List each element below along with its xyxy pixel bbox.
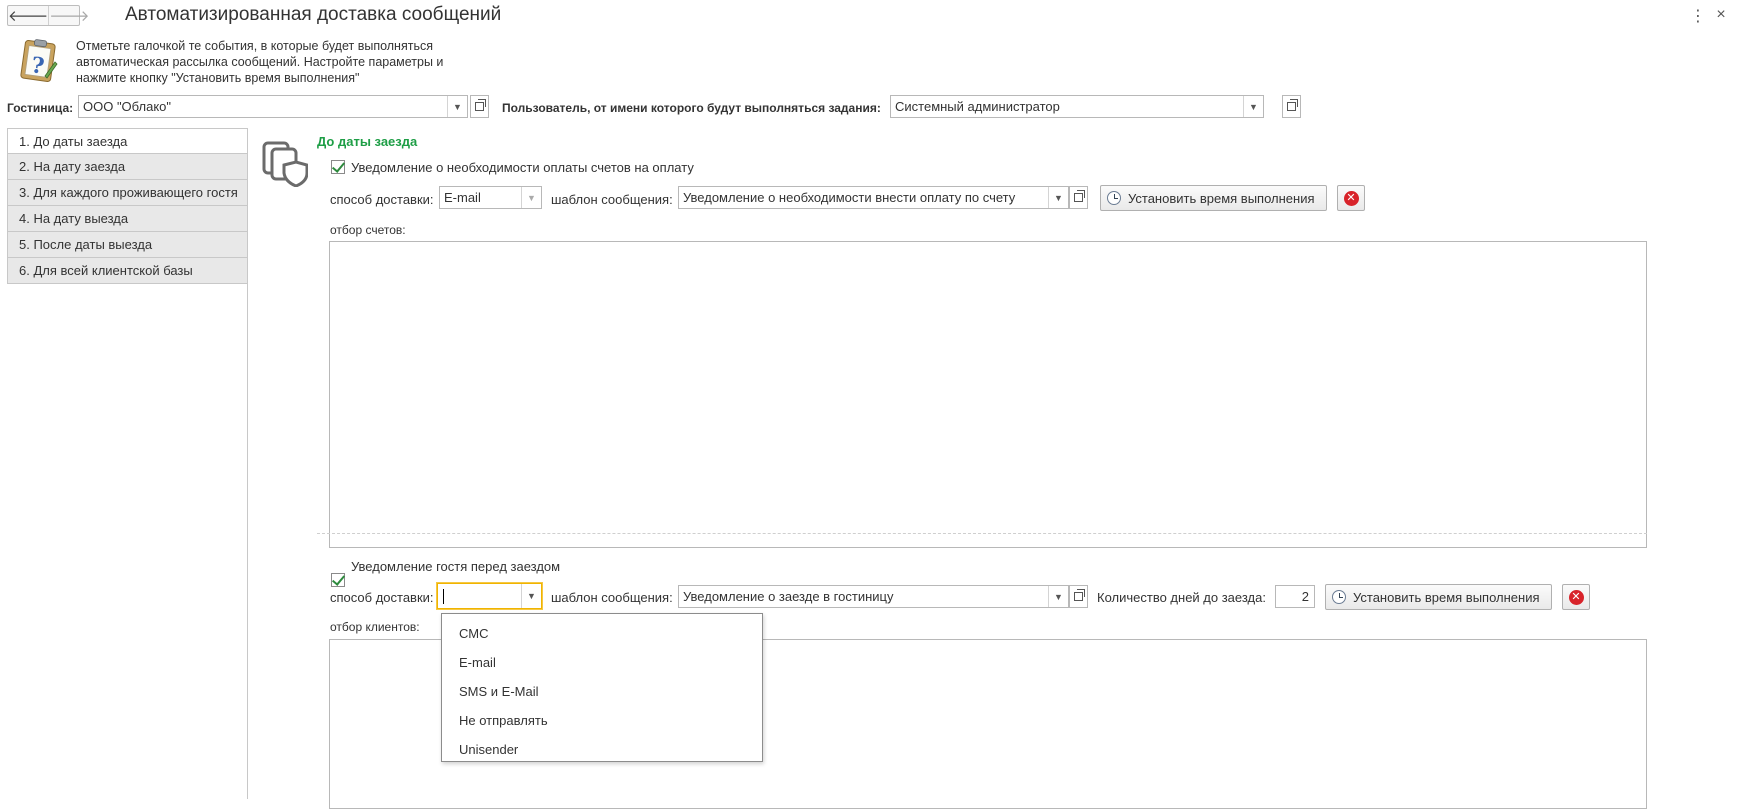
- delivery-method-label: способ доставки:: [330, 192, 434, 207]
- payment-notice-checkbox[interactable]: [331, 160, 345, 174]
- payment-notice-label: Уведомление о необходимости оплаты счето…: [351, 160, 694, 175]
- delivery-method-value: E-mail: [444, 190, 481, 205]
- event-tabs: 1. До даты заезда 2. На дату заезда 3. Д…: [7, 128, 248, 284]
- hotel-label: Гостиница:: [7, 101, 74, 115]
- template-label: шаблон сообщения:: [551, 192, 673, 207]
- tab-arrival-date[interactable]: 2. На дату заезда: [7, 154, 248, 180]
- hotel-open-button[interactable]: [470, 95, 489, 118]
- clients-filter-label: отбор клиентов:: [330, 620, 420, 634]
- delete-button[interactable]: ✕: [1337, 185, 1365, 211]
- dropdown-option-sms-email[interactable]: SMS и E-Mail: [442, 677, 762, 706]
- text-cursor: [443, 588, 444, 604]
- dropdown-option-unisender[interactable]: Unisender: [442, 735, 762, 764]
- documents-shield-icon: [262, 141, 308, 187]
- chevron-down-icon[interactable]: ▼: [1048, 586, 1068, 607]
- template-open-button[interactable]: [1069, 585, 1088, 608]
- user-label: Пользователь, от имени которого будут вы…: [502, 101, 881, 115]
- tab-all-clients[interactable]: 6. Для всей клиентской базы: [7, 258, 248, 284]
- tab-each-guest[interactable]: 3. Для каждого проживающего гостя: [7, 180, 248, 206]
- set-schedule-button[interactable]: Установить время выполнения: [1325, 584, 1552, 610]
- history-nav: 🡐 🡒: [7, 5, 89, 26]
- template-label: шаблон сообщения:: [551, 590, 673, 605]
- arrow-left-icon: 🡐: [8, 8, 49, 25]
- tab-before-arrival[interactable]: 1. До даты заезда: [7, 128, 248, 154]
- open-form-icon: [1287, 99, 1298, 111]
- delivery-method-label: способ доставки:: [330, 590, 434, 605]
- back-button[interactable]: 🡐: [8, 6, 48, 25]
- set-schedule-label: Установить время выполнения: [1128, 190, 1315, 206]
- template-value: Уведомление о заезде в гостиницу: [683, 589, 894, 604]
- window-title: Автоматизированная доставка сообщений: [125, 4, 502, 25]
- open-form-icon: [475, 99, 486, 111]
- template-select[interactable]: Уведомление о необходимости внести оплат…: [678, 186, 1069, 209]
- user-select[interactable]: Системный администратор ▼: [890, 95, 1264, 118]
- arrow-right-icon: 🡒: [49, 8, 90, 25]
- chevron-down-icon[interactable]: ▼: [521, 584, 541, 608]
- chevron-down-icon[interactable]: ▼: [1048, 187, 1068, 208]
- dropdown-option-none[interactable]: Не отправлять: [442, 706, 762, 735]
- info-text: Отметьте галочкой те события, в которые …: [76, 39, 444, 85]
- days-before-value: 2: [1301, 589, 1309, 604]
- user-open-button[interactable]: [1282, 95, 1301, 118]
- clock-icon: [1107, 191, 1121, 205]
- more-actions-icon[interactable]: ⋮: [1688, 6, 1708, 26]
- open-form-icon: [1074, 190, 1085, 202]
- close-icon[interactable]: ×: [1711, 6, 1731, 24]
- clock-icon: [1332, 590, 1346, 604]
- invoices-filter-area[interactable]: [329, 241, 1647, 548]
- set-schedule-label: Установить время выполнения: [1353, 589, 1540, 605]
- chevron-down-icon[interactable]: ▼: [1243, 96, 1263, 117]
- delete-icon: ✕: [1343, 190, 1359, 206]
- delete-button[interactable]: ✕: [1562, 584, 1590, 610]
- panel-divider: [247, 128, 248, 799]
- dropdown-option-sms[interactable]: СМС: [442, 619, 762, 648]
- hotel-value: ООО "Облако": [83, 99, 172, 114]
- forward-button[interactable]: 🡒: [48, 6, 89, 25]
- section-title: До даты заезда: [317, 134, 418, 149]
- hotel-select[interactable]: ООО "Облако" ▼: [78, 95, 468, 118]
- days-before-label: Количество дней до заезда:: [1097, 590, 1266, 605]
- delivery-method-select-active[interactable]: ▼: [437, 583, 542, 609]
- invoices-filter-label: отбор счетов:: [330, 223, 406, 237]
- chevron-down-icon[interactable]: ▼: [447, 96, 467, 117]
- guest-notice-checkbox[interactable]: [331, 573, 345, 587]
- clipboard-question-icon: ?: [20, 39, 58, 83]
- user-value: Системный администратор: [895, 99, 1060, 114]
- guest-notice-label: Уведомление гостя перед заездом: [351, 559, 561, 574]
- delivery-method-dropdown: СМС E-mail SMS и E-Mail Не отправлять Un…: [441, 613, 763, 762]
- chevron-down-icon[interactable]: ▼: [521, 187, 541, 208]
- days-before-input[interactable]: 2: [1275, 585, 1315, 608]
- block-separator: [317, 533, 1647, 534]
- open-form-icon: [1074, 589, 1085, 601]
- dropdown-option-email[interactable]: E-mail: [442, 648, 762, 677]
- delete-icon: ✕: [1568, 589, 1584, 605]
- template-open-button[interactable]: [1069, 186, 1088, 209]
- tab-after-departure[interactable]: 5. После даты выезда: [7, 232, 248, 258]
- delivery-method-select[interactable]: E-mail ▼: [439, 186, 542, 209]
- set-schedule-button[interactable]: Установить время выполнения: [1100, 185, 1327, 211]
- template-select[interactable]: Уведомление о заезде в гостиницу ▼: [678, 585, 1069, 608]
- template-value: Уведомление о необходимости внести оплат…: [683, 190, 1016, 205]
- tab-departure-date[interactable]: 4. На дату выезда: [7, 206, 248, 232]
